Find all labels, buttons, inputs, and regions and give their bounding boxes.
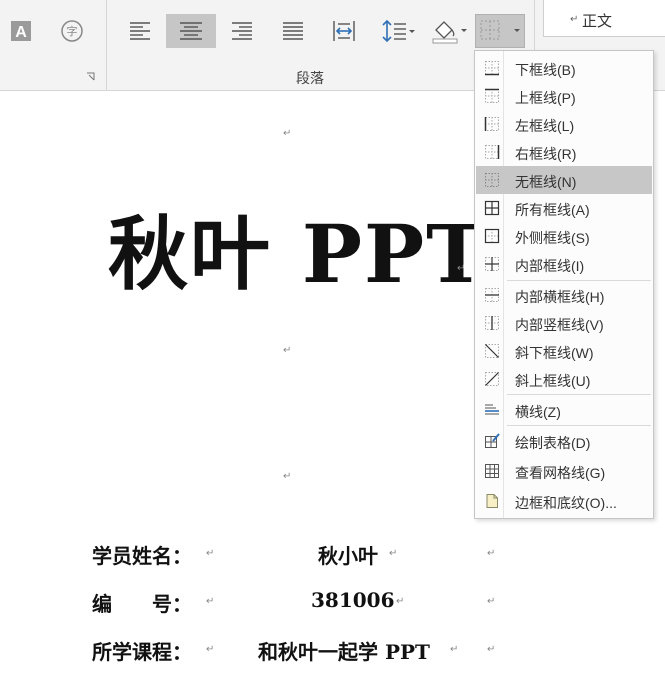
- menu-item-label: 查看网格线(G): [515, 465, 606, 481]
- menu-item-label: 所有框线(A): [515, 202, 590, 218]
- menu-item-label: 外侧框线(S): [515, 230, 590, 246]
- border-bottom-icon: [485, 61, 499, 76]
- menu-item-border-inside-vertical[interactable]: 内部竖框线(V): [476, 309, 652, 337]
- distributed-button[interactable]: [325, 14, 363, 48]
- paragraph-mark: ↵: [570, 14, 579, 25]
- menu-item-borders-shading[interactable]: 边框和底纹(O)...: [476, 487, 652, 515]
- menu-item-label: 横线(Z): [515, 404, 561, 420]
- menu-item-label: 斜下框线(W): [515, 345, 594, 361]
- dialog-launcher-icon[interactable]: [86, 72, 95, 81]
- align-left-button[interactable]: [121, 14, 159, 48]
- student-name-label: 学员姓名：: [92, 544, 192, 568]
- border-inside-vertical-icon: [485, 316, 499, 330]
- cell-mark: ↵: [206, 596, 215, 607]
- row-mark: ↵: [487, 548, 496, 559]
- menu-item-border-top[interactable]: 上框线(P): [476, 82, 652, 110]
- view-gridlines-icon: [485, 464, 499, 478]
- borders-dropdown-button[interactable]: [475, 14, 525, 48]
- paragraph-group-label: 段落: [296, 70, 324, 86]
- menu-item-border-inside[interactable]: 内部框线(I): [476, 250, 652, 278]
- borders-shading-icon: [486, 494, 498, 508]
- paragraph-mark: ↵: [283, 128, 292, 139]
- student-number-label: 编 号：: [92, 592, 192, 616]
- course-label: 所学课程：: [92, 640, 192, 664]
- align-right-icon: [232, 22, 252, 40]
- style-name: 正文: [582, 13, 613, 30]
- diagonal-down-border-icon: [485, 344, 499, 358]
- menu-item-label: 边框和底纹(O)...: [515, 495, 617, 511]
- border-left-icon: [484, 117, 499, 131]
- menu-item-label: 左框线(L): [515, 118, 575, 134]
- menu-item-border-inside-horizontal[interactable]: 内部横框线(H): [476, 281, 652, 309]
- menu-item-label: 右框线(R): [515, 146, 577, 162]
- course-value: 和秋叶一起学 PPT: [258, 640, 430, 664]
- border-top-icon: [485, 88, 499, 103]
- menu-separator: [507, 425, 651, 426]
- svg-text:A: A: [15, 24, 27, 41]
- menu-item-view-gridlines[interactable]: 查看网格线(G): [476, 457, 652, 485]
- cell-mark: ↵: [206, 548, 215, 559]
- menu-separator: [507, 394, 651, 395]
- border-outside-icon: [484, 228, 500, 244]
- menu-item-border-none[interactable]: 无框线(N): [476, 166, 652, 194]
- character-shading-button[interactable]: A: [2, 14, 40, 48]
- menu-item-border-right[interactable]: 右框线(R): [476, 138, 652, 166]
- cell-mark: ↵: [389, 548, 398, 559]
- borders-menu: 下框线(B) 上框线(P) 左框线(L) 右框线(R) 无框线(N) 所有框线(…: [474, 50, 654, 519]
- document-title: 秋叶 PPT: [108, 207, 488, 301]
- character-shading-icon: A: [11, 21, 31, 41]
- menu-item-label: 上框线(P): [515, 90, 576, 106]
- paragraph-mark: ↵: [457, 263, 466, 274]
- border-none-icon: [480, 20, 520, 40]
- menu-item-border-outside[interactable]: 外侧框线(S): [476, 222, 652, 250]
- menu-item-horizontal-line[interactable]: 横线(Z): [476, 396, 652, 424]
- menu-item-label: 内部横框线(H): [515, 289, 605, 305]
- menu-item-label: 内部竖框线(V): [515, 317, 604, 333]
- menu-item-diagonal-up[interactable]: 斜上框线(U): [476, 365, 652, 393]
- menu-item-diagonal-down[interactable]: 斜下框线(W): [476, 337, 652, 365]
- diagonal-up-border-icon: [485, 372, 499, 386]
- border-inside-horizontal-icon: [485, 288, 499, 302]
- line-spacing-button[interactable]: [378, 14, 418, 48]
- menu-item-draw-table[interactable]: 绘制表格(D): [476, 427, 652, 455]
- svg-text:字: 字: [67, 24, 78, 38]
- enclose-characters-button[interactable]: 字: [53, 14, 91, 48]
- justify-button[interactable]: [274, 14, 312, 48]
- menu-item-label: 下框线(B): [515, 62, 576, 78]
- align-center-button[interactable]: [166, 14, 216, 48]
- cell-mark: ↵: [206, 644, 215, 655]
- style-normal-item[interactable]: ↵ 正文: [543, 0, 665, 37]
- shading-button[interactable]: [428, 14, 470, 48]
- justify-icon: [283, 22, 303, 40]
- paint-bucket-icon: [432, 21, 467, 44]
- menu-item-border-all[interactable]: 所有框线(A): [476, 194, 652, 222]
- align-right-button[interactable]: [223, 14, 261, 48]
- cell-mark: ↵: [396, 596, 405, 607]
- menu-item-label: 斜上框线(U): [515, 373, 591, 389]
- group-divider: [106, 0, 107, 90]
- cell-mark: ↵: [450, 644, 459, 655]
- border-all-icon: [484, 200, 500, 216]
- border-right-icon: [485, 145, 500, 159]
- line-spacing-icon: [382, 19, 415, 43]
- menu-item-label: 内部框线(I): [515, 258, 585, 274]
- student-number-value: 381006: [311, 588, 395, 612]
- horizontal-line-icon: [485, 404, 499, 415]
- paragraph-mark: ↵: [283, 471, 292, 482]
- border-none-icon: [485, 173, 499, 187]
- align-left-icon: [130, 22, 150, 40]
- menu-item-border-left[interactable]: 左框线(L): [476, 110, 652, 138]
- align-center-icon: [180, 22, 202, 40]
- menu-item-label: 无框线(N): [515, 174, 577, 190]
- menu-item-border-bottom[interactable]: 下框线(B): [476, 54, 652, 82]
- enclose-characters-icon: 字: [61, 20, 83, 42]
- draw-table-icon: [485, 433, 500, 448]
- paragraph-mark: ↵: [283, 345, 292, 356]
- row-mark: ↵: [487, 644, 496, 655]
- distributed-icon: [333, 21, 355, 41]
- menu-item-label: 绘制表格(D): [515, 435, 591, 451]
- border-inside-icon: [485, 257, 499, 271]
- student-name-value: 秋小叶: [318, 544, 378, 568]
- row-mark: ↵: [487, 596, 496, 607]
